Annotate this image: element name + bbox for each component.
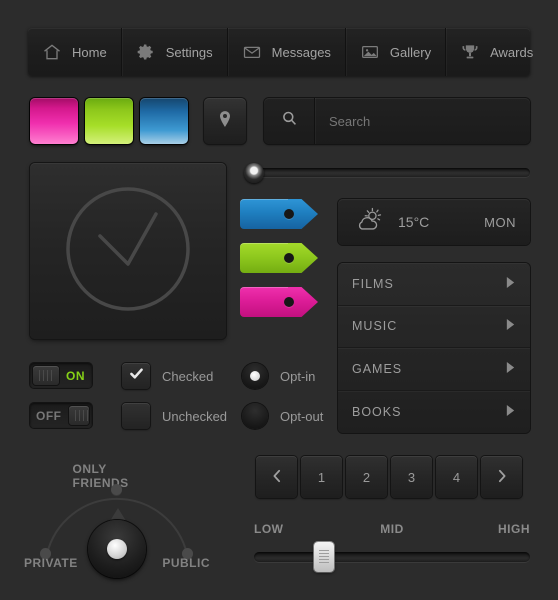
sun-cloud-icon xyxy=(352,206,386,239)
checkbox-row-unchecked: Unchecked xyxy=(122,403,227,429)
tag-pink-hole xyxy=(284,297,294,307)
radio-row-optout: Opt-out xyxy=(242,403,323,429)
nav-item-settings[interactable]: Settings xyxy=(122,28,228,76)
checkbox-row-checked: Checked xyxy=(122,363,213,389)
tag-green[interactable] xyxy=(240,243,318,273)
level-label-mid: MID xyxy=(380,522,404,536)
green-color-button[interactable] xyxy=(85,98,133,144)
search-icon-box[interactable] xyxy=(264,98,315,144)
clock-panel xyxy=(30,163,226,339)
list-label-music: MUSIC xyxy=(352,319,398,334)
radio-dot-icon xyxy=(250,371,260,381)
knob-dot-private[interactable] xyxy=(40,548,51,559)
chevron-right-icon xyxy=(495,468,509,487)
pagination-page-2[interactable]: 2 xyxy=(346,456,387,498)
knob-center-dot xyxy=(107,539,127,559)
pagination-prev-button[interactable] xyxy=(256,456,297,498)
top-slider-knob[interactable] xyxy=(244,163,264,183)
nav-label-settings: Settings xyxy=(165,44,213,60)
gear-icon xyxy=(136,42,156,62)
pagination-page-1[interactable]: 1 xyxy=(301,456,342,498)
level-slider-labels: LOW MID HIGH xyxy=(254,522,530,538)
toggle-off[interactable]: OFF xyxy=(30,403,92,428)
toggle-off-handle[interactable] xyxy=(68,406,89,425)
trophy-icon xyxy=(460,42,480,62)
level-slider-track[interactable] xyxy=(254,552,530,562)
list-item-music[interactable]: MUSIC xyxy=(338,305,530,348)
pagination-next-button[interactable] xyxy=(481,456,522,498)
list-label-books: BOOKS xyxy=(352,404,402,419)
radio-optout[interactable] xyxy=(242,403,268,429)
blue-color-button[interactable] xyxy=(140,98,188,144)
image-icon xyxy=(360,42,380,62)
nav-item-messages[interactable]: Messages xyxy=(228,28,346,76)
list-label-films: FILMS xyxy=(352,276,394,291)
radio-optout-label: Opt-out xyxy=(280,408,324,424)
category-list: FILMS MUSIC GAMES BOOKS xyxy=(338,263,530,433)
search-input[interactable] xyxy=(315,98,530,144)
tag-blue[interactable] xyxy=(240,199,318,229)
list-item-books[interactable]: BOOKS xyxy=(338,390,530,433)
toggle-off-label: OFF xyxy=(36,408,62,423)
chevron-left-icon xyxy=(270,468,284,487)
toggle-on-label: ON xyxy=(66,368,85,383)
checkbox-unchecked[interactable] xyxy=(122,403,150,429)
nav-label-messages: Messages xyxy=(271,44,331,60)
top-slider-track[interactable] xyxy=(254,168,530,177)
list-item-games[interactable]: GAMES xyxy=(338,348,530,391)
list-item-films[interactable]: FILMS xyxy=(338,263,530,306)
knob-dot-public[interactable] xyxy=(182,548,193,559)
checkbox-unchecked-label: Unchecked xyxy=(162,408,228,424)
home-icon xyxy=(42,42,62,62)
tag-pink[interactable] xyxy=(240,287,318,317)
tag-green-hole xyxy=(284,253,294,263)
magenta-color-button[interactable] xyxy=(30,98,78,144)
radio-optin[interactable] xyxy=(242,363,268,389)
radio-row-optin: Opt-in xyxy=(242,363,315,389)
chevron-right-icon xyxy=(505,276,516,292)
chevron-right-icon xyxy=(505,361,516,377)
nav-item-home[interactable]: Home xyxy=(28,28,122,76)
clock-check-icon xyxy=(58,179,198,324)
weather-day: MON xyxy=(484,214,516,230)
nav-label-awards: Awards xyxy=(490,44,534,60)
knob-dot-only-friends[interactable] xyxy=(111,484,122,495)
nav-label-home: Home xyxy=(72,44,107,60)
chevron-right-icon xyxy=(505,318,516,334)
weather-widget: 15°C MON xyxy=(338,199,530,245)
top-slider[interactable] xyxy=(244,163,530,183)
level-slider-handle[interactable] xyxy=(314,542,334,572)
toggle-on-handle[interactable] xyxy=(33,366,59,385)
radio-optin-label: Opt-in xyxy=(280,368,316,384)
checkbox-checked[interactable] xyxy=(122,363,150,389)
tag-blue-hole xyxy=(284,209,294,219)
privacy-knob[interactable] xyxy=(88,520,146,578)
privacy-knob-control: ONLY FRIENDS PRIVATE PUBLIC xyxy=(24,462,210,580)
nav-label-gallery: Gallery xyxy=(389,44,432,60)
level-label-high: HIGH xyxy=(498,522,530,536)
search-icon xyxy=(280,109,299,133)
check-icon xyxy=(128,365,145,387)
list-label-games: GAMES xyxy=(352,361,403,376)
nav-item-gallery[interactable]: Gallery xyxy=(346,28,447,76)
weather-temperature: 15°C xyxy=(398,214,430,230)
navbar: Home Settings Messages Gallery Awards xyxy=(28,28,533,76)
location-pin-icon xyxy=(215,109,235,134)
pagination-page-4[interactable]: 4 xyxy=(436,456,477,498)
nav-item-awards[interactable]: Awards xyxy=(446,28,547,76)
level-slider: LOW MID HIGH xyxy=(254,522,530,572)
pagination: 1 2 3 4 xyxy=(256,456,522,498)
checkbox-checked-label: Checked xyxy=(162,368,214,384)
search-bar[interactable] xyxy=(264,98,530,144)
ui-kit-stage: Home Settings Messages Gallery Awards Se… xyxy=(0,0,558,600)
chevron-right-icon xyxy=(505,404,516,420)
location-button[interactable] xyxy=(204,98,246,144)
toggle-on[interactable]: ON xyxy=(30,363,92,388)
level-label-low: LOW xyxy=(254,522,284,536)
pagination-page-3[interactable]: 3 xyxy=(391,456,432,498)
envelope-icon xyxy=(242,42,262,62)
